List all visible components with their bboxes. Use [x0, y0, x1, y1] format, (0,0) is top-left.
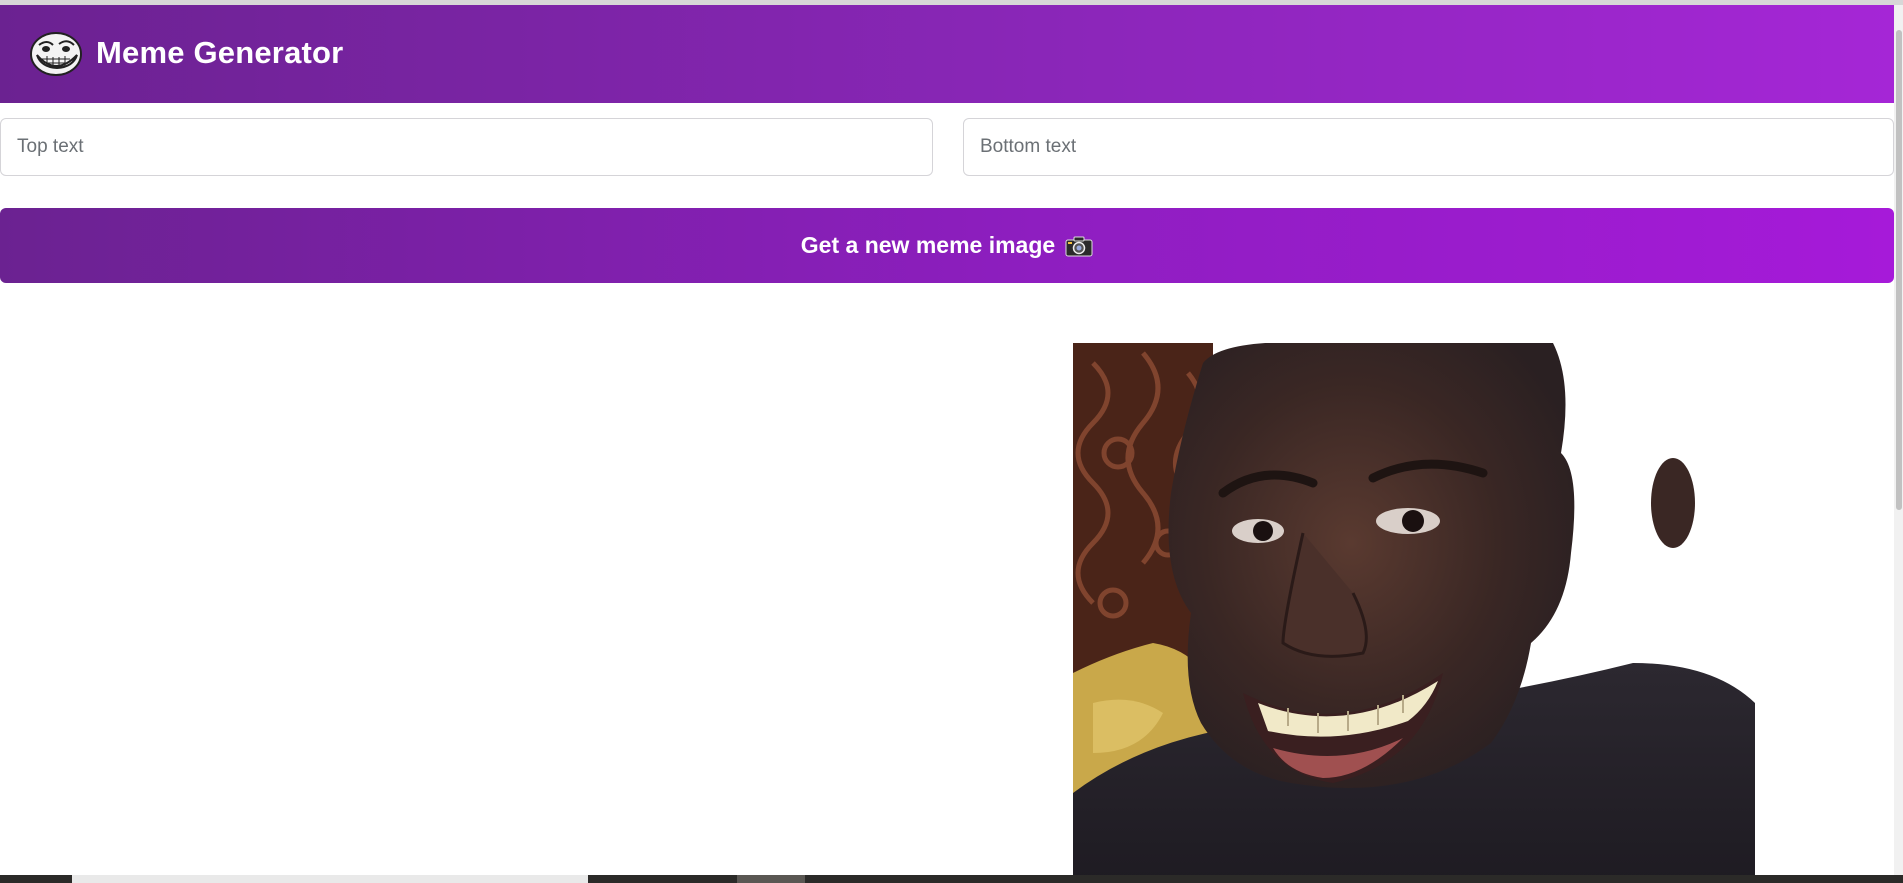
app-title: Meme Generator	[96, 35, 344, 70]
meme-image	[1073, 343, 1755, 883]
troll-face-icon	[30, 32, 82, 76]
camera-icon	[1065, 236, 1093, 256]
top-text-input[interactable]	[0, 118, 933, 176]
scrollbar-thumb[interactable]	[1896, 30, 1902, 510]
taskbar-item[interactable]	[72, 875, 588, 883]
get-new-meme-button[interactable]: Get a new meme image	[0, 208, 1894, 283]
bottom-text-input[interactable]	[963, 118, 1894, 176]
os-taskbar	[0, 875, 1903, 883]
app-header: Meme Generator	[0, 5, 1894, 103]
taskbar-item[interactable]	[737, 875, 805, 883]
get-new-meme-button-label: Get a new meme image	[800, 232, 1056, 258]
